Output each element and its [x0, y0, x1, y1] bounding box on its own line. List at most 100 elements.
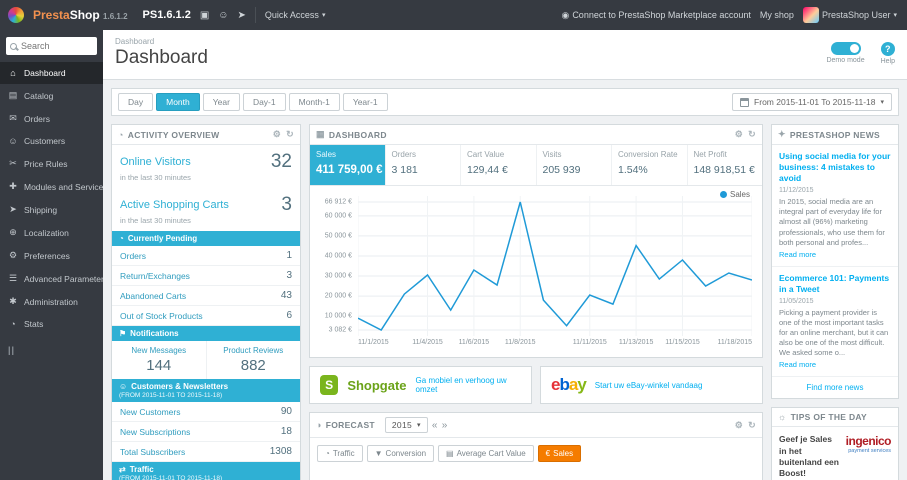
forecast-metric-button[interactable]: ▼ Conversion	[366, 445, 435, 462]
range-buttons: Day Month Year Day-1 Month-1 Year-1	[118, 93, 388, 111]
version-label: 1.6.1.2	[103, 12, 128, 21]
rocket-icon[interactable]: ➤	[238, 10, 246, 21]
ebay-link[interactable]: Start uw eBay-winkel vandaag	[595, 381, 703, 390]
online-visitors-link[interactable]: Online Visitors	[120, 156, 191, 168]
news-item-title[interactable]: Ecommerce 101: Payments in a Tweet	[779, 273, 891, 295]
metric-icon: ▤	[446, 449, 454, 458]
customer-icon[interactable]: ☺	[218, 10, 228, 21]
sidebar-item[interactable]: ☰ Advanced Parameters	[0, 267, 103, 290]
read-more-link[interactable]: Read more	[779, 250, 816, 259]
kpi-tile[interactable]: Sales 411 759,00 €	[310, 145, 386, 185]
prestashop-logo-icon	[8, 7, 24, 23]
activity-row[interactable]: New Customers 90	[112, 402, 300, 422]
sidebar-item[interactable]: ◔ Stats	[0, 313, 103, 335]
range-button[interactable]: Year	[202, 93, 240, 111]
range-button[interactable]: Day-1	[242, 93, 286, 111]
notification-cell[interactable]: New Messages 144	[112, 341, 206, 379]
settings-icon[interactable]: ⚙	[273, 129, 281, 140]
sidebar-item-label: Catalog	[24, 90, 54, 101]
sidebar-item[interactable]: ☺ Customers	[0, 130, 103, 152]
sidebar-item-label: Advanced Parameters	[24, 273, 103, 284]
settings-icon[interactable]: ⚙	[735, 420, 743, 431]
user-menu[interactable]: PrestaShop User ▾	[802, 7, 897, 23]
sidebar-item[interactable]: ➤ Shipping	[0, 198, 103, 221]
activity-row[interactable]: Total Subscribers 1308	[112, 442, 300, 462]
quick-access-menu[interactable]: Quick Access ▾	[265, 10, 326, 20]
sales-chart-plot: Sales	[358, 190, 752, 336]
previous-year-button[interactable]: «	[432, 420, 438, 431]
forecast-year-select[interactable]: 2015 ▾	[384, 417, 428, 433]
demo-mode-toggle[interactable]: Demo mode	[826, 42, 865, 64]
shopgate-link[interactable]: Ga mobiel en verhoog uw omzet	[416, 376, 521, 394]
sidebar-item[interactable]: ✱ Administration	[0, 290, 103, 313]
sidebar-item-icon: ✂	[9, 158, 17, 168]
sidebar-item[interactable]: ⚙ Preferences	[0, 244, 103, 267]
range-button[interactable]: Month	[156, 93, 200, 111]
divider	[254, 7, 256, 23]
news-item-date: 11/05/2015	[779, 297, 814, 305]
read-more-link[interactable]: Read more	[779, 360, 816, 369]
sidebar-item[interactable]: ⊕ Localization	[0, 221, 103, 244]
news-item-title[interactable]: Using social media for your business: 4 …	[779, 151, 891, 184]
marketplace-link[interactable]: ◉ Connect to PrestaShop Marketplace accou…	[561, 10, 750, 21]
dashboard-title: DASHBOARD	[328, 129, 387, 140]
sidebar-item[interactable]: ✂ Price Rules	[0, 152, 103, 175]
forecast-metric-button[interactable]: € Sales	[537, 445, 582, 462]
sidebar-search[interactable]	[6, 37, 97, 55]
forecast-metric-button[interactable]: ◔ Traffic	[317, 445, 363, 462]
kpi-tile[interactable]: Orders 3 181	[386, 145, 461, 185]
shopgate-brand: Shopgate	[347, 377, 407, 393]
active-carts-value: 3	[281, 194, 292, 215]
kpi-tile[interactable]: Cart Value 129,44 €	[461, 145, 537, 185]
active-carts-link[interactable]: Active Shopping Carts	[120, 199, 229, 211]
activity-row[interactable]: Out of Stock Products 6	[112, 306, 300, 326]
prestashop-news-panel: ✦ PRESTASHOP NEWS Using social media for…	[771, 124, 899, 400]
refresh-icon[interactable]: ↻	[748, 420, 756, 431]
activity-row[interactable]: New Subscriptions 18	[112, 422, 300, 442]
sidebar-item-label: Price Rules	[24, 158, 68, 169]
activity-row[interactable]: Orders 1	[112, 246, 300, 266]
forecast-metric-button[interactable]: ▤ Average Cart Value	[438, 445, 534, 462]
notification-cells: New Messages 144 Product Reviews 882	[112, 341, 300, 379]
sidebar-nav: ⌂ Dashboard ▤ Catalog ✉ Orders ☺ Custome…	[0, 62, 103, 335]
news-icon: ✦	[778, 129, 786, 139]
legend-dot-icon	[719, 191, 727, 198]
sidebar-item[interactable]: ✉ Orders	[0, 107, 103, 130]
sidebar-item[interactable]: ▤ Catalog	[0, 84, 103, 107]
pending-section-header: ◔ Currently Pending	[112, 231, 300, 246]
activity-overview-panel: ◔ ACTIVITY OVERVIEW ⚙ ↻ Online Visitors …	[111, 124, 301, 480]
refresh-icon[interactable]: ↻	[286, 129, 294, 140]
kpi-tile[interactable]: Visits 205 939	[537, 145, 612, 185]
notification-cell[interactable]: Product Reviews 882	[205, 341, 301, 379]
date-range-picker[interactable]: From 2015-11-01 To 2015-11-18 ▾	[732, 93, 892, 111]
sidebar-item-label: Administration	[24, 296, 78, 307]
find-more-news-link[interactable]: Find more news	[772, 377, 898, 398]
activity-row[interactable]: Abandoned Carts 43	[112, 286, 300, 306]
my-shop-link[interactable]: My shop	[760, 10, 794, 20]
kpi-tile[interactable]: Conversion Rate 1.54%	[612, 145, 688, 185]
range-button[interactable]: Year-1	[342, 93, 388, 111]
chevron-down-icon: ▾	[417, 422, 421, 429]
sidebar-item[interactable]: ✚ Modules and Services	[0, 175, 103, 198]
chart-legend[interactable]: Sales	[719, 190, 750, 199]
forecast-metric-buttons: ◔ Traffic ▼ Conversion ▤ Average Cart Va…	[310, 438, 762, 469]
forecast-icon: ◑	[316, 420, 322, 430]
kpi-tile[interactable]: Net Profit 148 918,51 €	[688, 145, 763, 185]
forecast-title: FORECAST	[325, 420, 375, 430]
help-button[interactable]: ? Help	[881, 41, 895, 65]
settings-icon[interactable]: ⚙	[735, 129, 743, 140]
refresh-icon[interactable]: ↻	[748, 129, 756, 140]
search-input[interactable]	[21, 41, 93, 51]
activity-row[interactable]: Return/Exchanges 3	[112, 266, 300, 286]
kpi-row: Sales 411 759,00 € Orders 3 181 Cart Val…	[310, 145, 762, 186]
customer-rows: New Customers 90 New Subscriptions 18 To…	[112, 402, 300, 462]
sidebar-item-label: Customers	[24, 136, 66, 146]
sidebar-item[interactable]: ⌂ Dashboard	[0, 62, 103, 84]
chart-y-axis: 66 912 €60 000 €50 000 €40 000 €30 000 €…	[324, 198, 352, 334]
next-year-button[interactable]: »	[442, 420, 448, 431]
range-button[interactable]: Month-1	[288, 93, 340, 111]
sidebar-item-icon: ◔	[10, 319, 16, 329]
cart-icon[interactable]: ▣	[200, 10, 209, 21]
sidebar-collapse-button[interactable]: ||	[8, 345, 95, 355]
range-button[interactable]: Day	[118, 93, 154, 111]
